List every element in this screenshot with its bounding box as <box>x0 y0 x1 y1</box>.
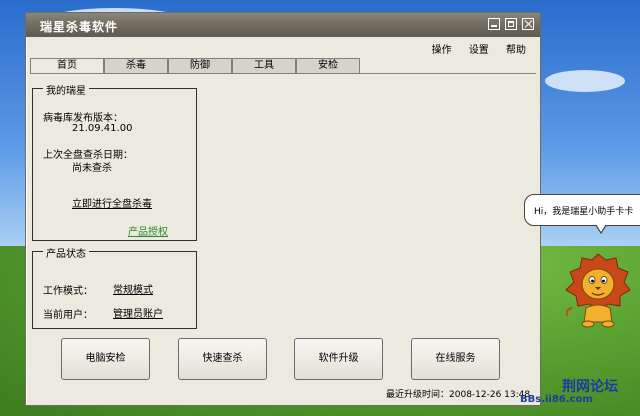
tab-security-check[interactable]: 安检 <box>296 58 360 73</box>
pc-check-button[interactable]: 电脑安检 <box>61 338 150 380</box>
virus-db-label: 病毒库发布版本： <box>43 113 123 124</box>
desktop-cloud <box>545 70 625 92</box>
main-window: 瑞星杀毒软件 操作 设置 帮助 首页 杀毒 防御 工具 安检 我的瑞星 病毒库发… <box>25 12 541 406</box>
full-scan-link[interactable]: 立即进行全盘杀毒 <box>72 195 152 210</box>
work-mode-value[interactable]: 常规模式 <box>113 281 153 296</box>
forum-watermark: 荆网论坛 BBs.ii86.com <box>520 376 638 414</box>
tab-home[interactable]: 首页 <box>30 58 104 73</box>
menu-operate[interactable]: 操作 <box>432 45 452 56</box>
work-mode-label: 工作模式： <box>43 286 93 297</box>
tab-divider <box>30 73 536 74</box>
watermark-url: BBs.ii86.com <box>520 394 593 405</box>
last-update-status: 最近升级时间：2008-12-26 13:48 <box>386 387 530 400</box>
online-service-button[interactable]: 在线服务 <box>411 338 500 380</box>
last-update-value: 2008-12-26 13:48 <box>449 390 531 400</box>
close-icon[interactable] <box>522 18 534 30</box>
tab-defense[interactable]: 防御 <box>168 58 232 73</box>
watermark-title: 荆网论坛 <box>562 379 618 395</box>
product-license-link[interactable]: 产品授权 <box>128 223 168 238</box>
tab-strip: 首页 杀毒 防御 工具 安检 <box>30 58 360 73</box>
menu-bar: 操作 设置 帮助 <box>418 41 526 56</box>
title-bar[interactable]: 瑞星杀毒软件 <box>26 13 540 37</box>
tab-tools[interactable]: 工具 <box>232 58 296 73</box>
my-rising-legend: 我的瑞星 <box>43 82 89 97</box>
product-status-group: 产品状态 工作模式： 常规模式 当前用户： 管理员账户 <box>32 245 197 329</box>
minimize-icon[interactable] <box>488 18 500 30</box>
product-status-legend: 产品状态 <box>43 245 89 260</box>
menu-settings[interactable]: 设置 <box>469 45 489 56</box>
software-update-button[interactable]: 软件升级 <box>294 338 383 380</box>
bubble-tail <box>595 224 607 234</box>
last-update-label: 最近升级时间： <box>386 390 450 400</box>
assistant-speech-bubble: Hi，我是瑞星小助手卡卡 <box>524 194 640 234</box>
current-user-label: 当前用户： <box>43 310 93 321</box>
tab-antivirus[interactable]: 杀毒 <box>104 58 168 73</box>
window-title: 瑞星杀毒软件 <box>40 20 119 34</box>
lion-mascot-icon[interactable] <box>562 250 634 330</box>
last-scan-value: 尚未查杀 <box>72 163 112 174</box>
virus-db-version: 21.09.41.00 <box>72 123 133 134</box>
quick-scan-button[interactable]: 快速查杀 <box>178 338 267 380</box>
my-rising-group: 我的瑞星 病毒库发布版本： 21.09.41.00 上次全盘查杀日期： 尚未查杀… <box>32 82 197 241</box>
current-user-value[interactable]: 管理员账户 <box>113 305 163 320</box>
menu-help[interactable]: 帮助 <box>506 45 526 56</box>
maximize-icon[interactable] <box>505 18 517 30</box>
assistant-bubble-text: Hi，我是瑞星小助手卡卡 <box>534 207 634 217</box>
